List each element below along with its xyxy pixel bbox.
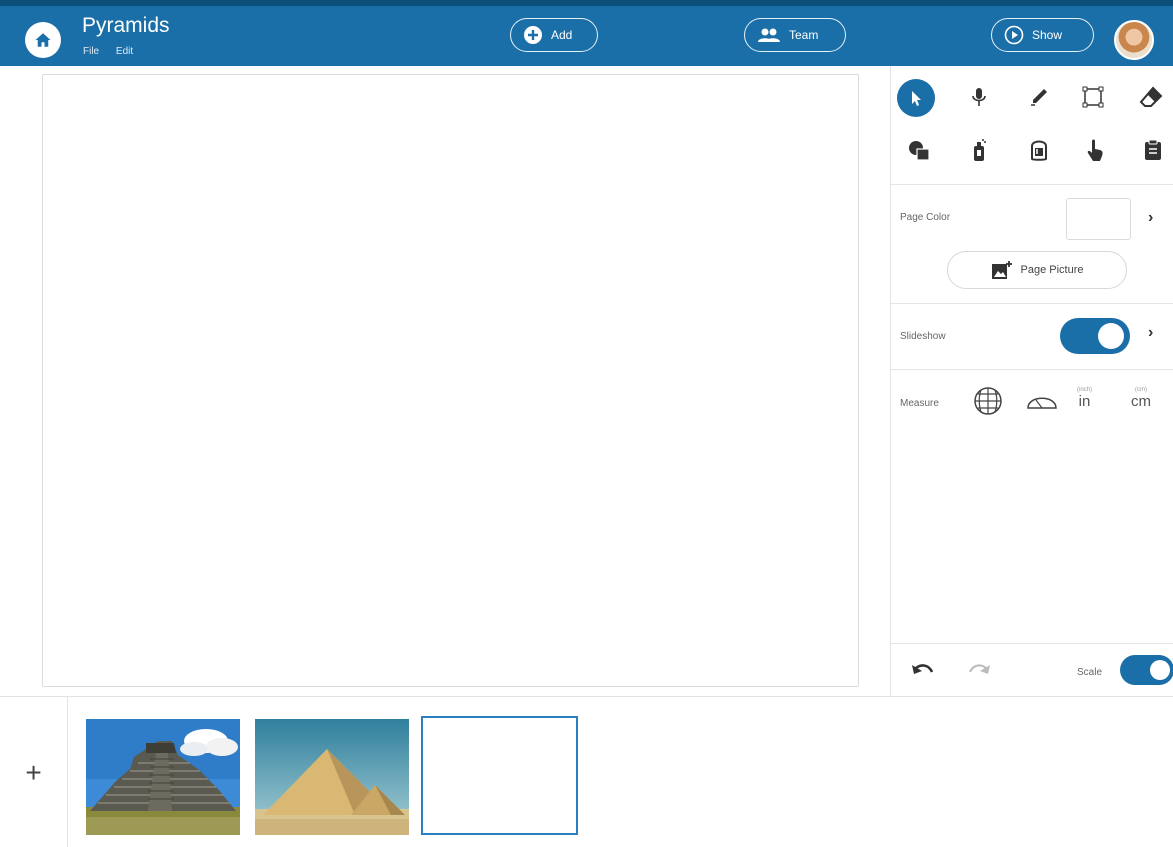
unit-cm-button[interactable]: (cm) cm	[1131, 386, 1151, 409]
measure-protractor-button[interactable]	[1026, 392, 1058, 410]
document-title[interactable]: Pyramids	[82, 14, 170, 38]
team-button-label: Team	[789, 28, 819, 42]
page-color-label: Page Color	[900, 212, 951, 223]
page-canvas[interactable]	[42, 74, 859, 687]
pointer-hand-icon	[1087, 139, 1103, 161]
page-color-chevron-icon[interactable]: ›	[1148, 209, 1153, 227]
divider	[891, 184, 1173, 185]
redo-button[interactable]	[963, 655, 995, 687]
microphone-icon	[972, 88, 986, 106]
show-button-label: Show	[1032, 28, 1063, 42]
page-thumbnail-mayan-pyramid[interactable]	[86, 719, 240, 835]
top-bar: Pyramids File Edit Add Team Show	[0, 0, 1173, 66]
canvas-area	[0, 66, 890, 696]
toggle-knob	[1098, 323, 1124, 349]
page-picture-button[interactable]: Page Picture	[947, 251, 1127, 289]
add-photo-icon	[991, 261, 1012, 279]
clipboard-tool[interactable]	[1137, 134, 1169, 166]
unit-inches-label: in	[1078, 393, 1091, 410]
layers-icon	[909, 141, 930, 161]
add-button[interactable]: Add	[510, 18, 598, 52]
user-avatar[interactable]	[1114, 20, 1154, 60]
document-menu: File Edit	[83, 46, 147, 57]
page-picture-label: Page Picture	[1020, 264, 1084, 276]
people-icon	[757, 27, 781, 43]
play-circle-icon	[1004, 25, 1024, 45]
toggle-knob	[1150, 660, 1170, 680]
egyptian-pyramids-image	[255, 719, 409, 835]
tool-panel: Page Color › Page Picture Slideshow › Me…	[890, 66, 1173, 696]
globe-grid-icon	[974, 387, 1002, 415]
pointer-tool[interactable]	[1079, 134, 1111, 166]
spray-tool[interactable]	[963, 134, 995, 166]
shape-icon	[1082, 86, 1104, 108]
home-button[interactable]	[25, 22, 61, 58]
slideshow-label: Slideshow	[900, 331, 946, 342]
unit-inches-button[interactable]: (inch) in	[1077, 386, 1092, 409]
fill-tool[interactable]	[1023, 134, 1055, 166]
divider	[891, 643, 1173, 644]
measure-label: Measure	[900, 398, 939, 409]
scale-label: Scale	[1077, 667, 1103, 678]
select-icon	[912, 91, 921, 106]
unit-cm-label: cm	[1131, 393, 1151, 410]
menu-edit[interactable]: Edit	[116, 46, 133, 57]
add-circle-icon	[523, 25, 543, 45]
page-color-swatch[interactable]	[1066, 198, 1131, 240]
redo-icon	[969, 664, 990, 674]
add-page-button[interactable]: +	[0, 697, 68, 847]
show-button[interactable]: Show	[991, 18, 1094, 52]
divider	[891, 303, 1173, 304]
select-tool[interactable]	[897, 79, 935, 117]
slideshow-chevron-icon[interactable]: ›	[1148, 324, 1153, 342]
team-button[interactable]: Team	[744, 18, 846, 52]
divider	[891, 369, 1173, 370]
slideshow-toggle[interactable]	[1060, 318, 1130, 354]
shape-tool[interactable]	[1077, 81, 1109, 113]
page-thumbnail-blank[interactable]	[421, 716, 578, 835]
layers-tool[interactable]	[903, 134, 935, 166]
scale-toggle[interactable]	[1120, 655, 1173, 685]
eraser-icon	[1139, 86, 1163, 107]
page-thumbnail-egyptian-pyramids[interactable]	[255, 719, 409, 835]
measure-grid-button[interactable]	[973, 386, 1003, 416]
menu-file[interactable]: File	[83, 46, 99, 57]
pen-tool[interactable]	[1023, 81, 1055, 113]
pen-icon	[1031, 89, 1047, 106]
add-button-label: Add	[551, 28, 573, 42]
mayan-pyramid-image	[86, 719, 240, 835]
spray-icon	[974, 139, 986, 161]
protractor-icon	[1027, 397, 1057, 409]
clipboard-icon	[1145, 139, 1161, 160]
page-strip: +	[0, 696, 1173, 847]
home-icon	[35, 33, 51, 47]
eraser-tool[interactable]	[1135, 81, 1167, 113]
undo-icon	[912, 664, 934, 674]
undo-button[interactable]	[907, 655, 939, 687]
record-tool[interactable]	[963, 81, 995, 113]
fill-icon	[1031, 140, 1047, 161]
